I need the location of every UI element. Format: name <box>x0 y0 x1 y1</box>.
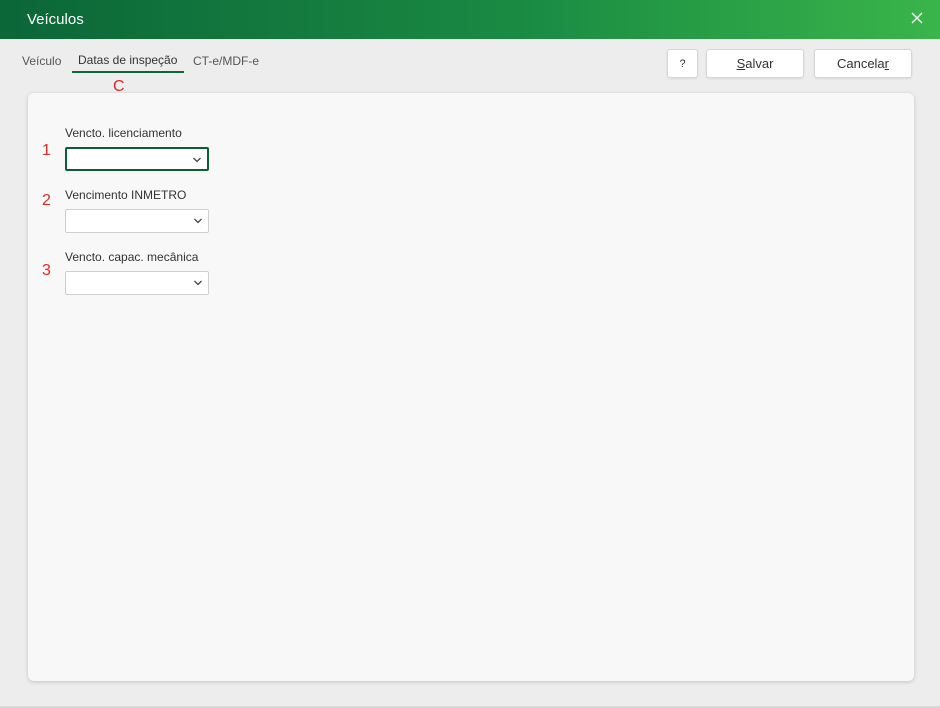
chevron-down-icon <box>194 280 202 286</box>
capac-mecanica-label: Vencto. capac. mecânica <box>65 250 199 264</box>
help-button-label: ? <box>679 57 686 70</box>
save-button[interactable]: Salvar <box>706 49 804 78</box>
annotation-2: 2 <box>42 192 51 209</box>
capac-mecanica-date-select[interactable] <box>65 271 209 295</box>
annotation-1: 1 <box>42 142 51 159</box>
content-panel <box>28 93 914 681</box>
tab-veiculo[interactable]: Veículo <box>22 54 61 68</box>
save-mnemonic: S <box>736 56 746 71</box>
tab-cte-mdfe[interactable]: CT-e/MDF-e <box>193 54 259 68</box>
save-label-rest: alvar <box>745 56 774 71</box>
close-icon[interactable] <box>909 10 925 26</box>
chevron-down-icon <box>194 218 202 224</box>
cancel-label-prefix: Cancela <box>836 56 885 71</box>
help-button[interactable]: ? <box>667 49 698 78</box>
licenciamento-date-select[interactable] <box>65 147 209 171</box>
inmetro-label: Vencimento INMETRO <box>65 188 187 202</box>
cancel-button[interactable]: Cancela r <box>814 49 912 78</box>
chevron-down-icon <box>193 157 201 163</box>
active-tab-indicator <box>72 71 184 73</box>
cancel-mnemonic: r <box>884 56 890 71</box>
tab-datas-de-inspecao[interactable]: Datas de inspeção <box>78 53 177 67</box>
annotation-3: 3 <box>42 262 51 279</box>
inmetro-date-select[interactable] <box>65 209 209 233</box>
title-bar: Veículos <box>0 0 940 39</box>
licenciamento-label: Vencto. licenciamento <box>65 126 182 140</box>
window-title: Veículos <box>27 11 84 28</box>
